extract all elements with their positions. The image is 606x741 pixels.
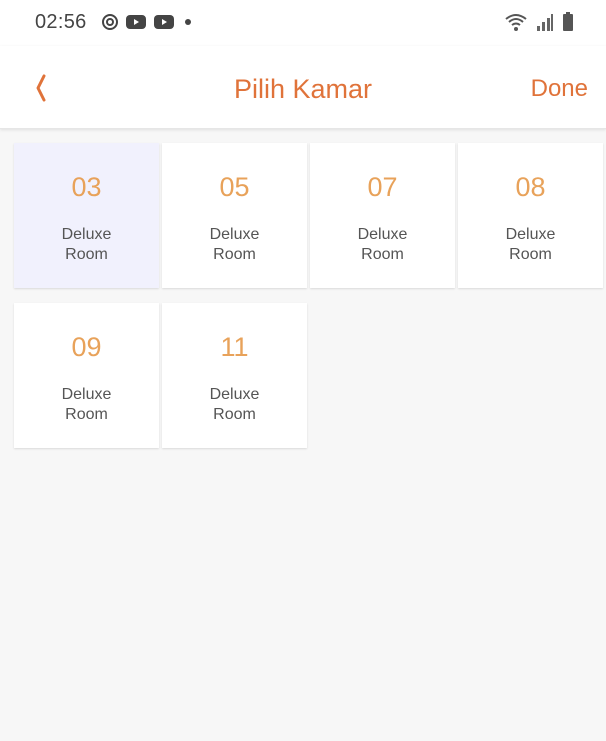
room-type: Deluxe Room xyxy=(162,225,307,265)
room-card[interactable]: 08 Deluxe Room xyxy=(458,143,603,288)
notification-icons xyxy=(101,13,195,31)
room-type-line: Room xyxy=(361,246,404,263)
signal-icon xyxy=(537,14,553,31)
battery-icon xyxy=(563,12,573,31)
room-type-line: Room xyxy=(213,406,256,423)
status-time: 02:56 xyxy=(35,11,87,33)
room-type: Deluxe Room xyxy=(162,385,307,425)
room-type-line: Deluxe xyxy=(61,386,112,403)
room-type-line: Deluxe xyxy=(505,226,556,243)
youtube-icon xyxy=(154,15,174,29)
room-number: 07 xyxy=(367,172,398,202)
app-header: Pilih Kamar Done xyxy=(0,46,606,129)
room-number: 05 xyxy=(219,172,250,202)
youtube-icon xyxy=(126,15,146,29)
room-type: Deluxe Room xyxy=(14,225,159,265)
room-card[interactable]: 07 Deluxe Room xyxy=(310,143,455,288)
status-bar: 02:56 xyxy=(0,0,606,46)
room-type-line: Room xyxy=(65,246,108,263)
done-button[interactable]: Done xyxy=(531,75,588,103)
page-title: Pilih Kamar xyxy=(233,74,373,104)
system-icons xyxy=(504,12,574,32)
room-type-line: Room xyxy=(509,246,552,263)
wifi-icon xyxy=(505,14,527,31)
room-card[interactable]: 05 Deluxe Room xyxy=(162,143,307,288)
room-type-line: Deluxe xyxy=(61,226,112,243)
room-number: 11 xyxy=(220,332,249,362)
room-card[interactable]: 09 Deluxe Room xyxy=(14,303,159,448)
room-type: Deluxe Room xyxy=(458,225,603,265)
room-number: 08 xyxy=(515,172,546,202)
sync-icon xyxy=(102,14,118,30)
room-type-line: Room xyxy=(65,406,108,423)
room-card[interactable]: 11 Deluxe Room xyxy=(162,303,307,448)
room-type-line: Deluxe xyxy=(209,226,260,243)
room-number: 09 xyxy=(71,332,102,362)
room-type: Deluxe Room xyxy=(310,225,455,265)
room-number: 03 xyxy=(71,172,102,202)
room-type-line: Room xyxy=(213,246,256,263)
dot-icon xyxy=(185,19,191,25)
room-type-line: Deluxe xyxy=(357,226,408,243)
room-type-line: Deluxe xyxy=(209,386,260,403)
room-type: Deluxe Room xyxy=(14,385,159,425)
room-card[interactable]: 03 Deluxe Room xyxy=(14,143,159,288)
